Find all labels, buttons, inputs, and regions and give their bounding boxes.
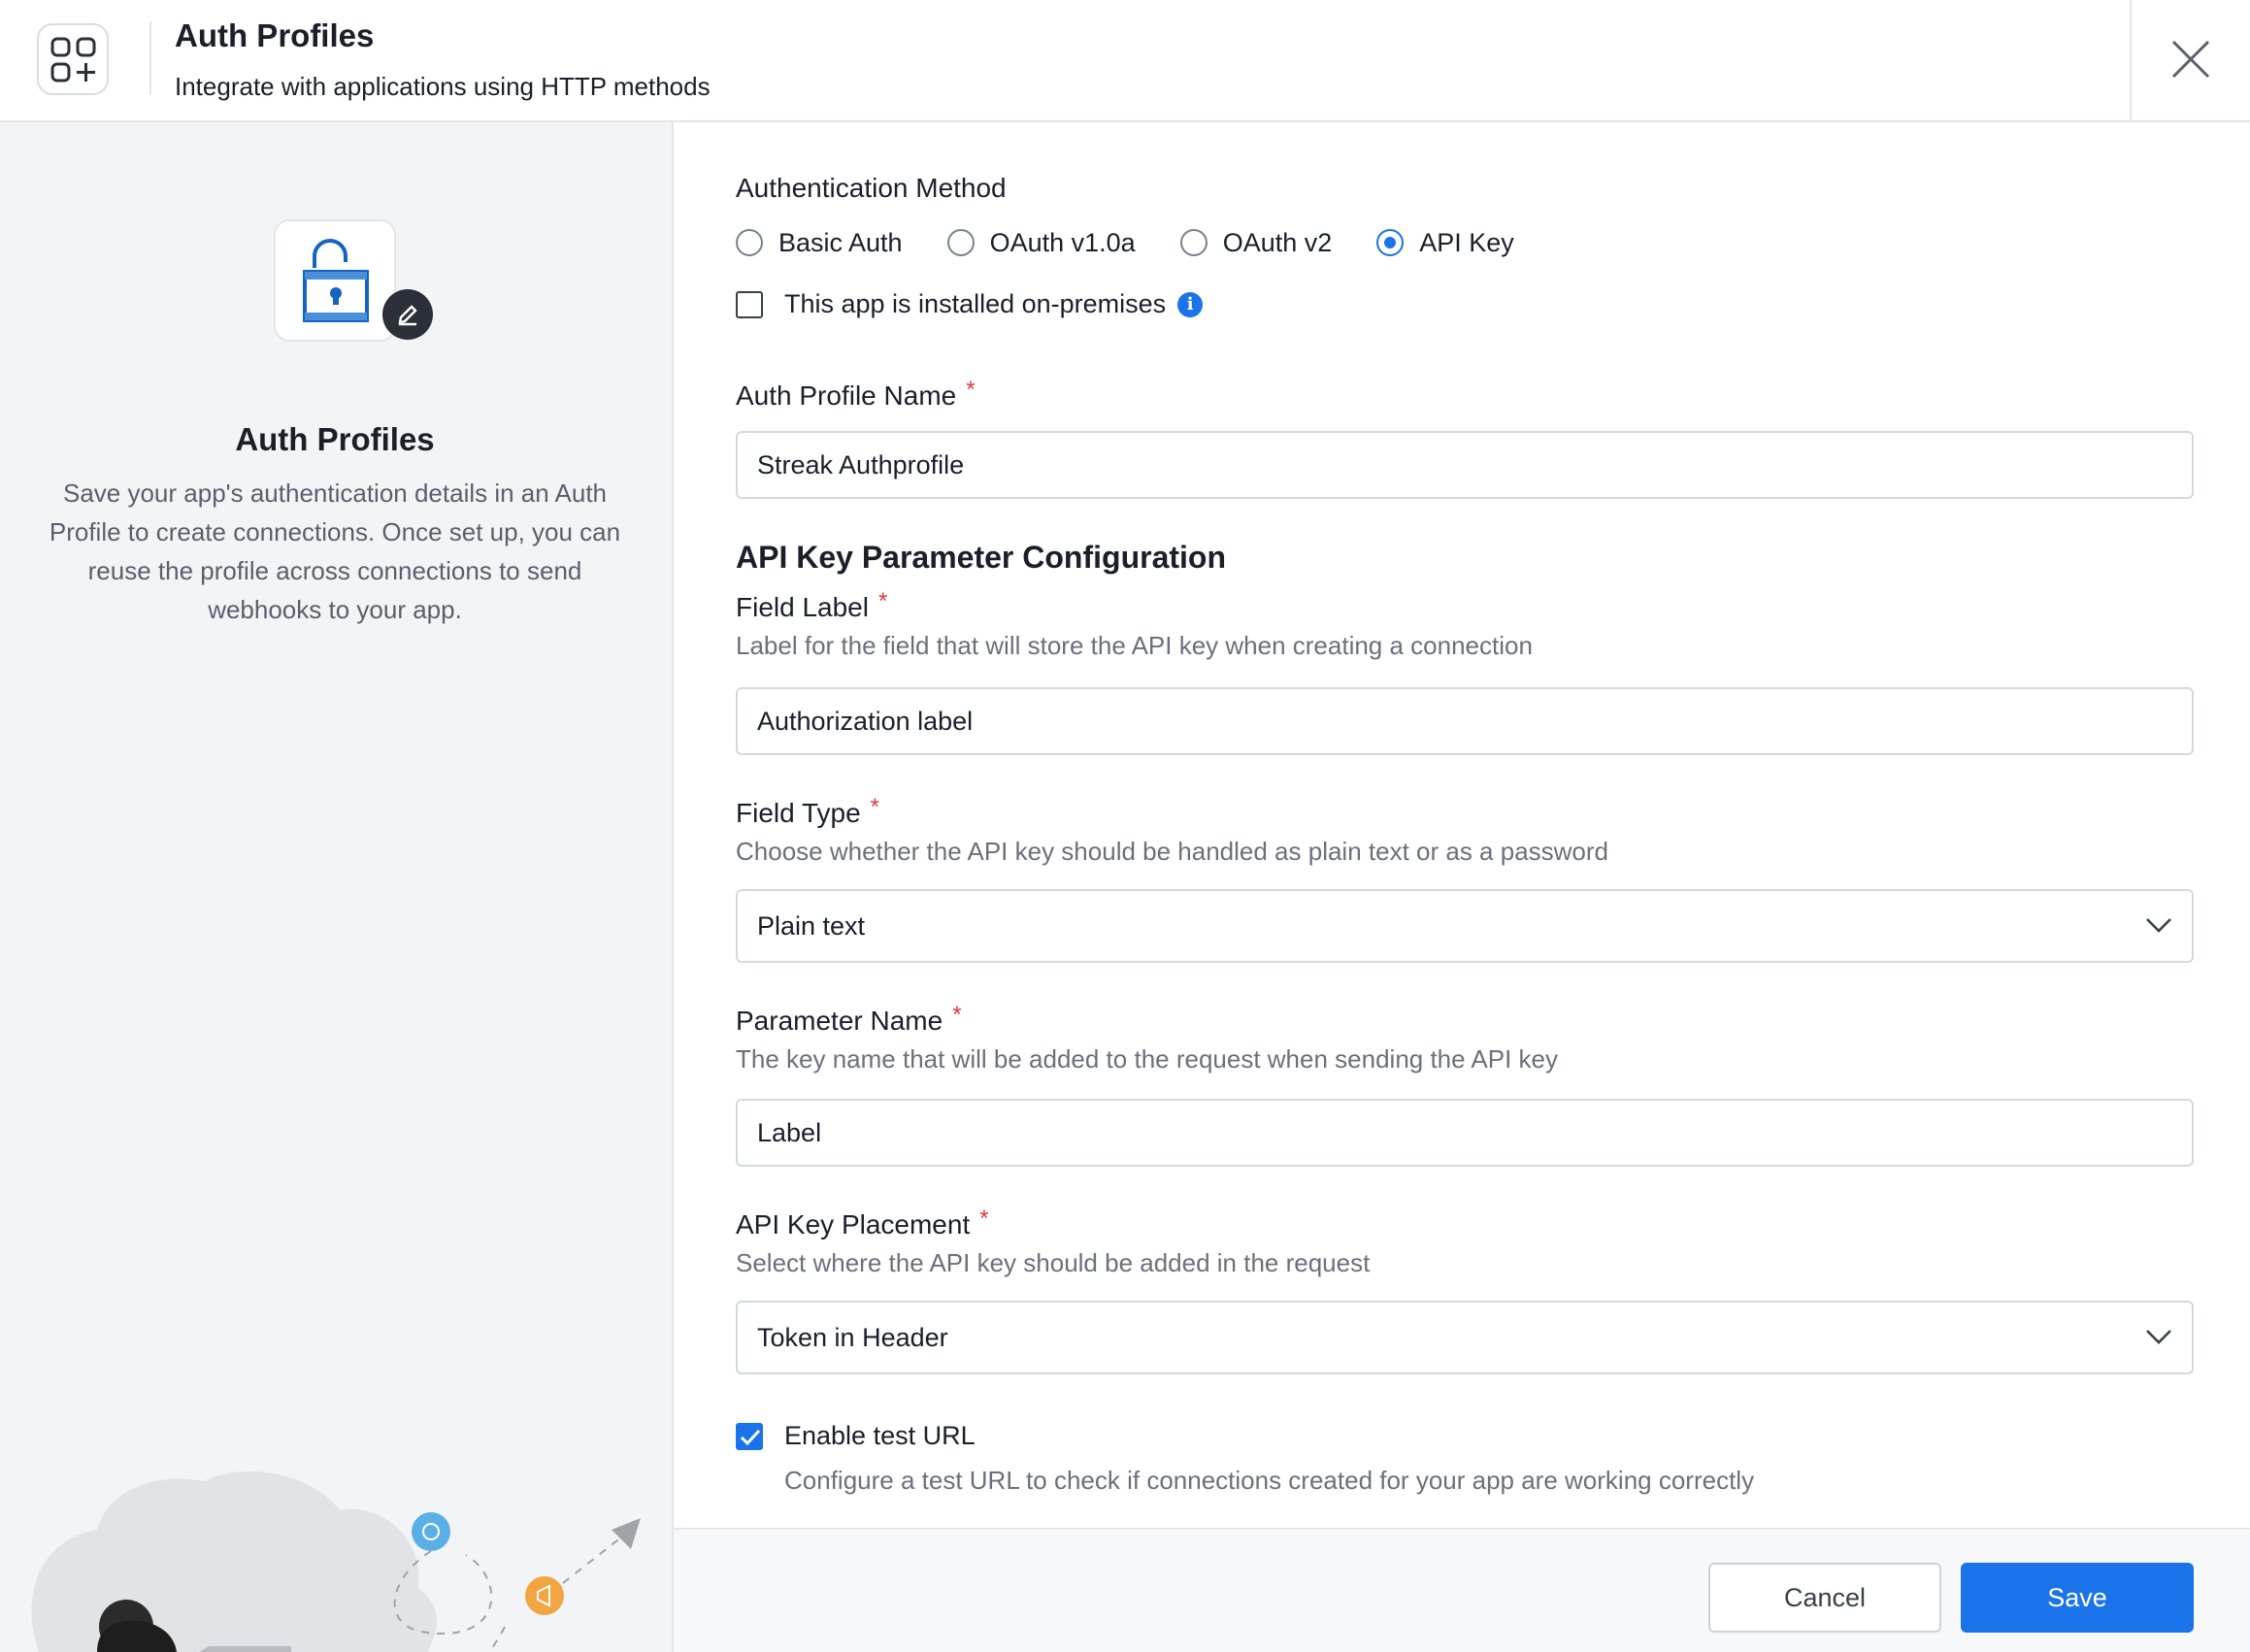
radio-label: OAuth v1.0a xyxy=(989,227,1136,257)
radio-circle-selected xyxy=(1376,229,1405,256)
field-type-helper: Choose whether the API key should be han… xyxy=(736,837,1609,866)
radio-label: Basic Auth xyxy=(778,227,903,257)
field-type-select[interactable]: Plain text xyxy=(736,889,2194,963)
test-url-checkbox[interactable] xyxy=(736,1422,763,1450)
required-mark: * xyxy=(870,794,880,820)
page-subtitle: Integrate with applications using HTTP m… xyxy=(175,72,711,101)
radio-oauth-v2[interactable]: OAuth v2 xyxy=(1179,227,1333,258)
close-button[interactable] xyxy=(2130,0,2250,120)
unlocked-padlock-icon xyxy=(303,239,369,322)
cancel-button[interactable]: Cancel xyxy=(1708,1563,1941,1633)
info-panel: Auth Profiles Save your app's authentica… xyxy=(0,122,674,1652)
field-label-label: Field Label * xyxy=(736,588,887,623)
close-icon xyxy=(2171,40,2210,79)
radio-oauth-v1[interactable]: OAuth v1.0a xyxy=(946,227,1136,258)
auth-method-radio-group: Basic Auth OAuth v1.0a OAuth v2 API Key xyxy=(736,223,1559,262)
checkmark-icon xyxy=(740,1429,761,1445)
panel-description: Save your app's authentication details i… xyxy=(49,479,621,624)
test-url-option: Enable test URL xyxy=(736,1421,976,1451)
radio-circle xyxy=(1179,229,1208,256)
radio-circle xyxy=(736,229,763,256)
parameter-name-label: Parameter Name * xyxy=(736,1002,962,1037)
page-header: Auth Profiles Integrate with application… xyxy=(0,0,2250,122)
info-icon[interactable]: i xyxy=(1177,291,1204,317)
radio-circle xyxy=(946,229,975,256)
radio-api-key[interactable]: API Key xyxy=(1376,228,1514,258)
page-title: Auth Profiles xyxy=(175,17,375,53)
test-url-label: Enable test URL xyxy=(784,1421,976,1450)
field-label-label-text: Field Label xyxy=(736,592,869,622)
on-premises-label: This app is installed on-premises xyxy=(784,289,1167,318)
apps-add-icon xyxy=(37,23,109,95)
key-placement-label: API Key Placement * xyxy=(736,1206,989,1240)
radio-basic-auth[interactable]: Basic Auth xyxy=(736,228,903,258)
key-placement-helper: Select where the API key should be added… xyxy=(736,1248,1371,1277)
field-type-label-text: Field Type xyxy=(736,798,861,828)
profile-name-input[interactable]: Streak Authprofile xyxy=(736,431,2194,499)
auth-method-label: Authentication Method xyxy=(736,173,1007,203)
on-premises-checkbox[interactable] xyxy=(736,290,763,318)
field-type-value: Plain text xyxy=(757,910,866,941)
key-placement-value: Token in Header xyxy=(757,1322,948,1352)
radio-label: OAuth v2 xyxy=(1222,227,1333,257)
field-type-label: Field Type * xyxy=(736,794,879,829)
parameter-name-input[interactable]: Label xyxy=(736,1099,2194,1167)
chevron-down-icon xyxy=(2146,918,2171,933)
required-mark: * xyxy=(979,1206,989,1232)
panel-title: Auth Profiles xyxy=(235,421,435,457)
chevron-down-icon xyxy=(2146,1330,2171,1344)
header-divider xyxy=(149,21,151,95)
field-label-helper: Label for the field that will store the … xyxy=(736,631,1533,660)
parameter-name-label-text: Parameter Name xyxy=(736,1006,943,1036)
required-mark: * xyxy=(877,588,888,614)
field-label-input[interactable]: Authorization label xyxy=(736,687,2194,755)
parameter-name-helper: The key name that will be added to the r… xyxy=(736,1044,1558,1074)
on-premises-option: This app is installed on-premises i xyxy=(736,289,1204,319)
api-key-config-heading: API Key Parameter Configuration xyxy=(736,540,1226,575)
test-url-helper: Configure a test URL to check if connect… xyxy=(784,1466,1755,1495)
profile-name-label-text: Auth Profile Name xyxy=(736,380,957,411)
save-button[interactable]: Save xyxy=(1961,1563,2194,1633)
required-mark: * xyxy=(966,377,976,403)
radio-label: API Key xyxy=(1419,227,1514,257)
required-mark: * xyxy=(952,1002,962,1028)
pencil-icon xyxy=(398,305,417,326)
form-footer: Cancel Save xyxy=(674,1528,2250,1652)
profile-name-label: Auth Profile Name * xyxy=(736,377,976,412)
edit-icon-button[interactable] xyxy=(382,289,433,340)
lock-icon-card xyxy=(274,219,396,342)
key-placement-select[interactable]: Token in Header xyxy=(736,1301,2194,1374)
key-placement-label-text: API Key Placement xyxy=(736,1209,971,1239)
person-with-laptop-illustration xyxy=(31,1471,641,1652)
